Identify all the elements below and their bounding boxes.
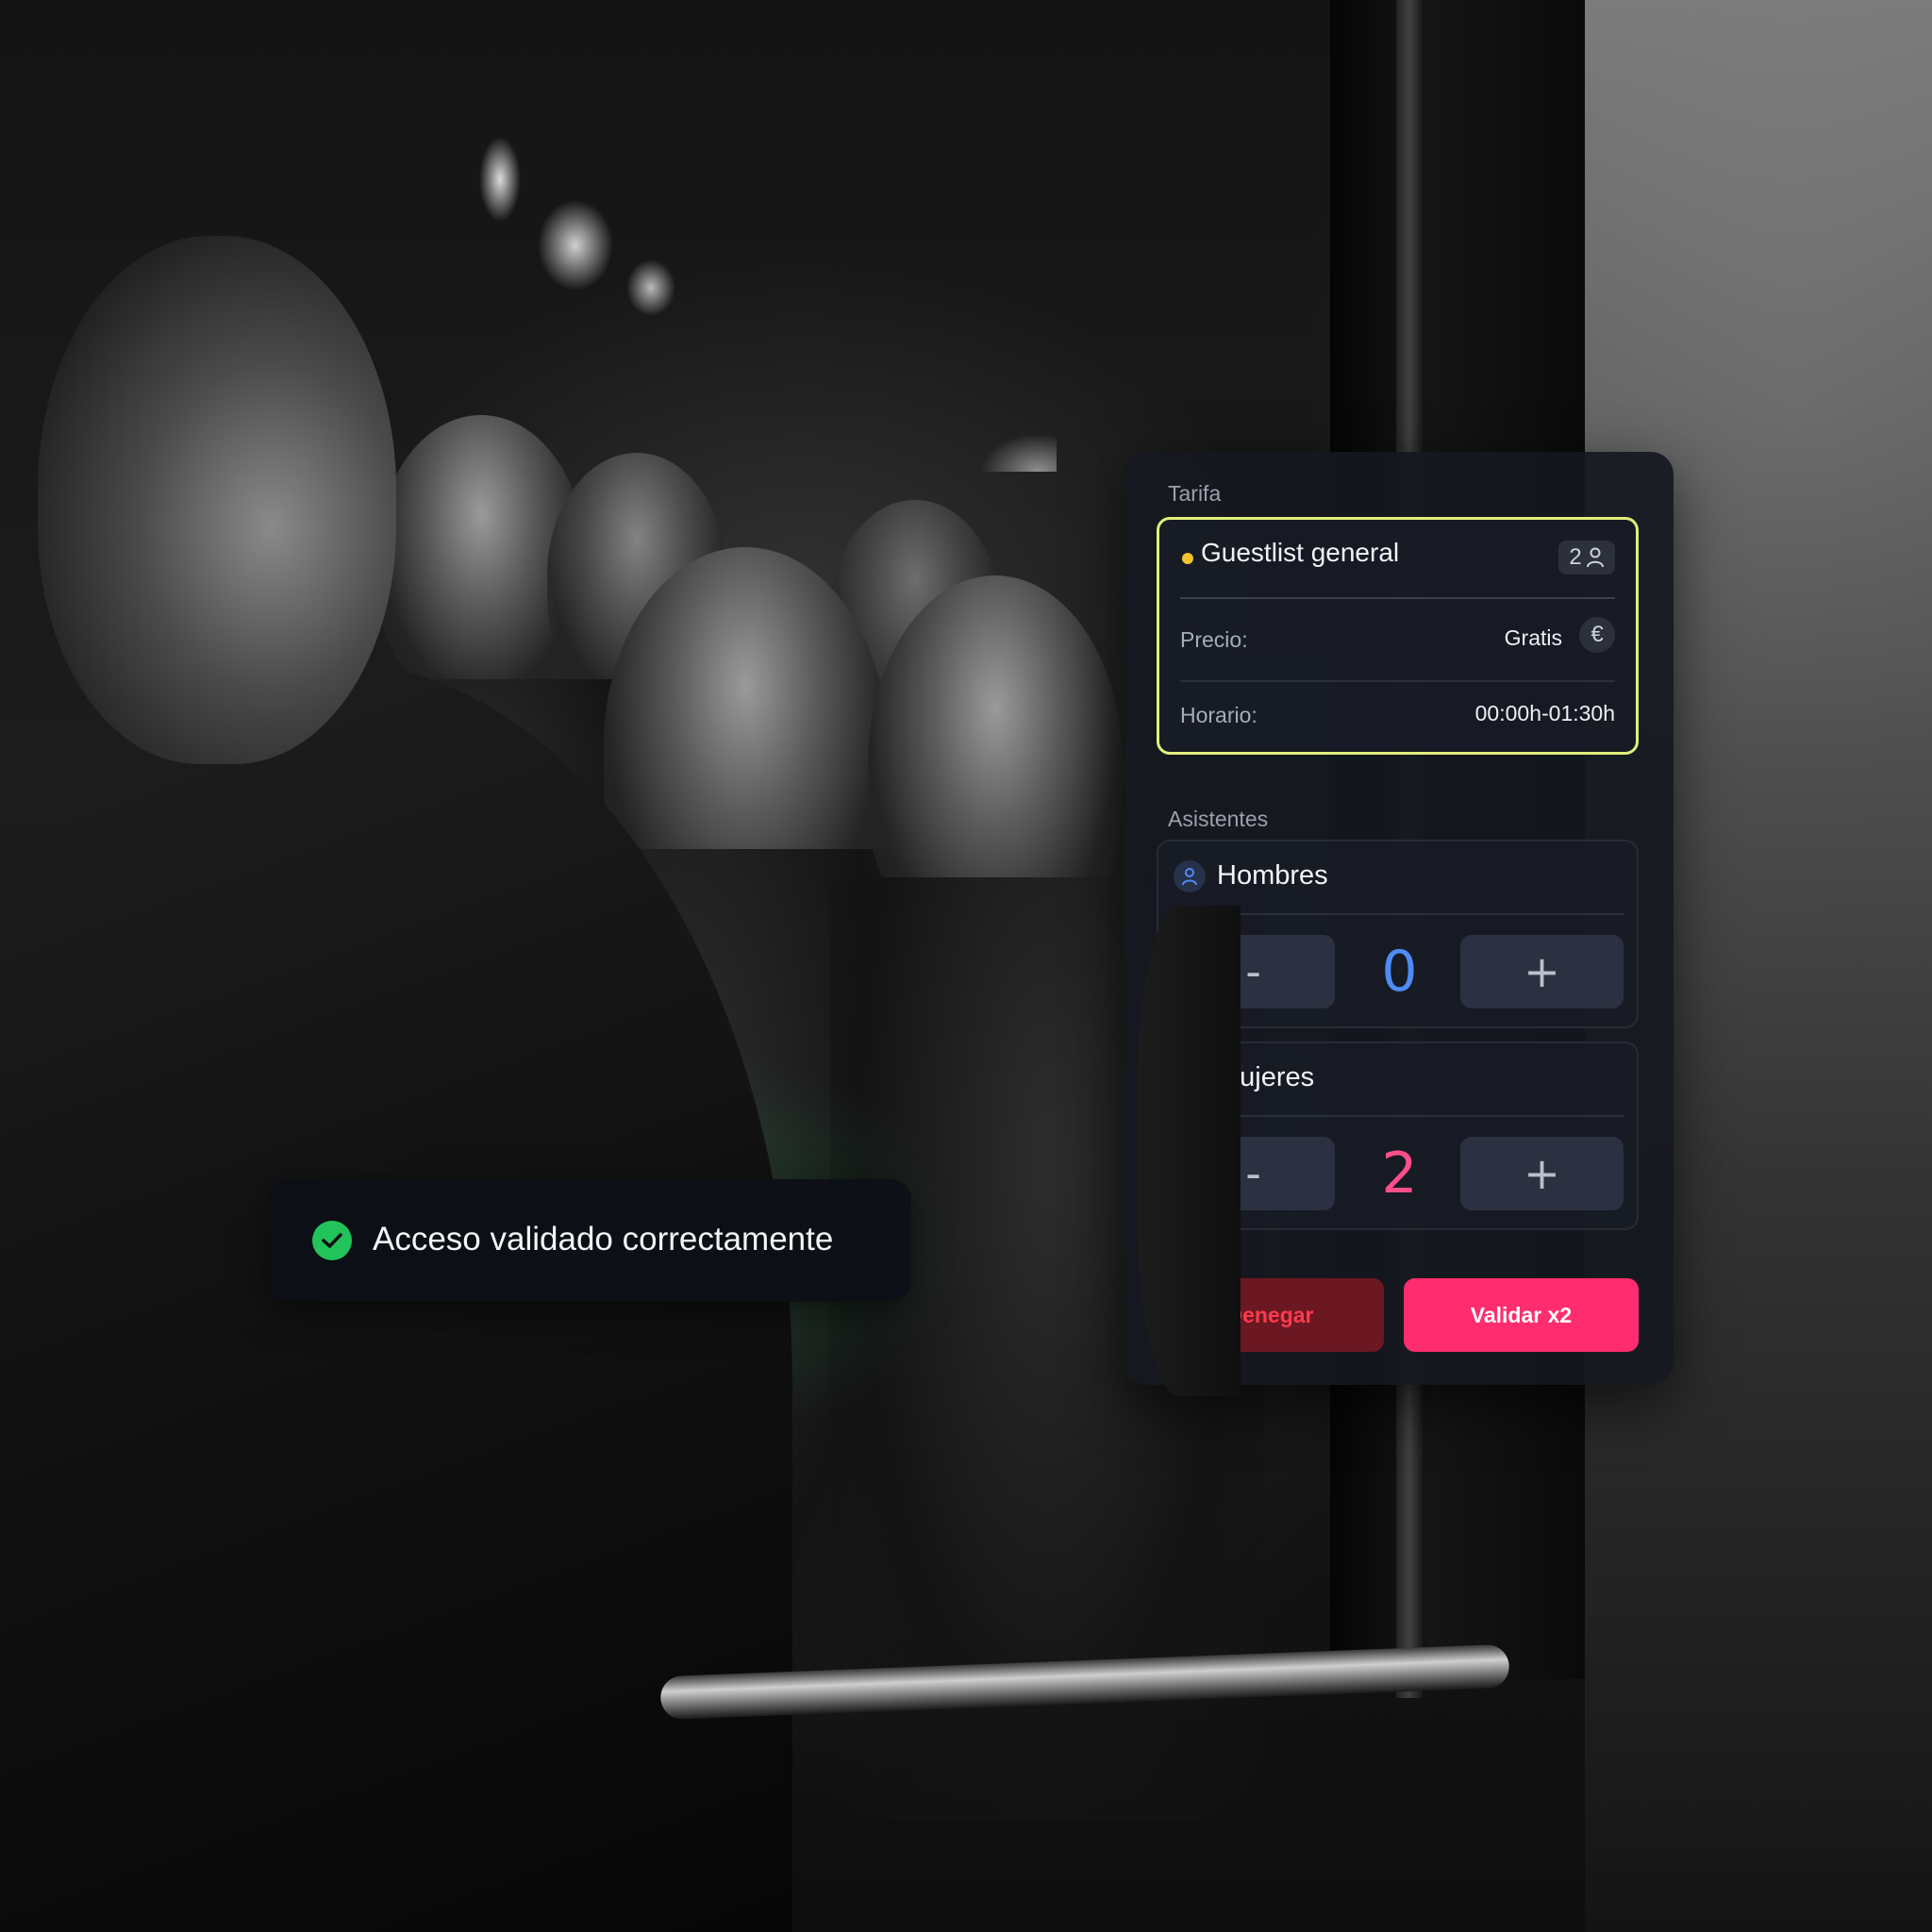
background-lights [472,132,1057,472]
schedule-row: Horario: 00:00h-01:30h [1180,680,1615,752]
tarifa-header: Guestlist general 2 [1180,520,1615,599]
increment-button[interactable]: + [1460,1137,1624,1210]
price-row: Precio: Gratis € [1180,597,1615,682]
check-circle-icon [312,1221,352,1260]
validate-button[interactable]: Validar x2 [1404,1278,1639,1352]
attendee-count: 2 [1569,544,1582,570]
tarifa-label: Tarifa [1168,481,1222,506]
success-toast: Acceso validado correctamente [269,1179,911,1302]
tarifa-name: Guestlist general [1201,538,1400,567]
asistentes-label: Asistentes [1168,807,1269,831]
background-man-head [38,236,396,764]
schedule-label: Horario: [1180,703,1257,727]
attendee-group-name: Hombres [1217,860,1328,891]
toast-message: Acceso validado correctamente [373,1221,834,1257]
stepper-value: 2 [1381,1141,1418,1207]
person-icon [1586,547,1604,568]
status-dot-icon [1182,553,1193,564]
price-value: Gratis [1504,625,1562,650]
attendee-group-header: Hombres [1172,841,1624,915]
stepper-value: 0 [1381,939,1418,1005]
schedule-value: 00:00h-01:30h [1474,701,1615,725]
attendee-count-badge: 2 [1558,541,1615,575]
person-icon [1174,860,1206,892]
scene: Tarifa Guestlist general 2 Precio: Grati… [0,0,1932,1932]
increment-button[interactable]: + [1460,935,1624,1008]
price-label: Precio: [1180,627,1248,652]
euro-icon: € [1579,617,1615,653]
tarifa-card[interactable]: Guestlist general 2 Precio: Gratis € Hor… [1157,517,1639,755]
foreground-person-arm [1137,906,1241,1396]
